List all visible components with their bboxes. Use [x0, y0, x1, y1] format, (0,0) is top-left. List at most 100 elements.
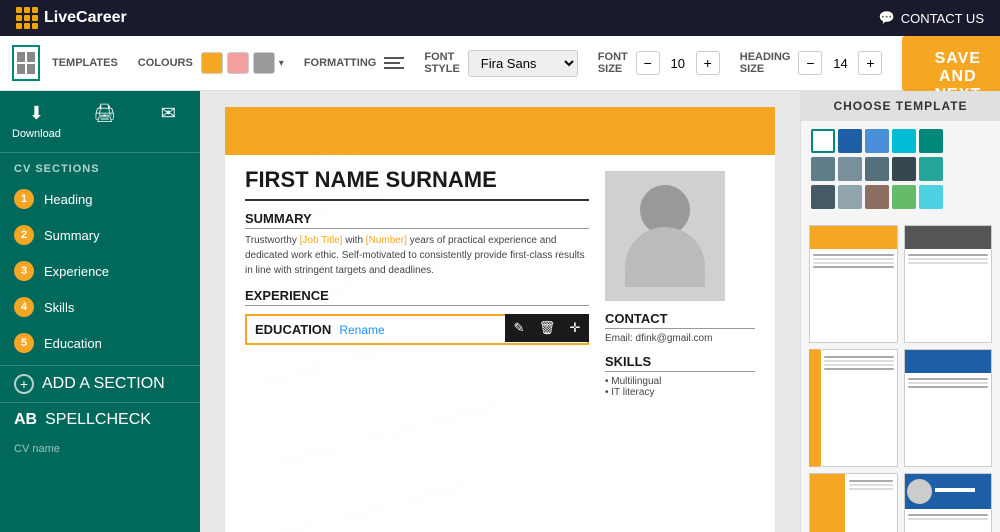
education-move-button[interactable]: ✛ — [561, 314, 589, 342]
font-size-group: FONT SIZE − 10 + — [598, 51, 720, 75]
palette-blue-3[interactable] — [892, 129, 916, 153]
color-swatch-orange[interactable] — [201, 52, 223, 74]
templates-label: TEMPLATES — [52, 57, 118, 69]
spellcheck-icon: AB — [14, 411, 37, 429]
template-thumb-6[interactable] — [904, 473, 993, 532]
email-button[interactable]: ✉ — [136, 91, 200, 152]
template-thumb-1[interactable] — [809, 225, 898, 343]
font-select[interactable]: Fira Sans — [468, 50, 578, 77]
resume-name: FIRST NAME SURNAME — [245, 167, 589, 201]
palette-white[interactable] — [811, 129, 835, 153]
skills-list: • Multilingual • IT literacy — [605, 376, 755, 398]
sidebar-actions: ⬇ Download 🖨 ✉ — [0, 91, 200, 153]
contact-us-button[interactable]: 💬 CONTACT US — [879, 10, 985, 26]
palette-row-3 — [811, 185, 990, 209]
education-number: 5 — [14, 333, 34, 353]
chevron-down-icon[interactable]: ▾ — [279, 58, 284, 69]
template-tab-1[interactable] — [12, 45, 40, 81]
palette-gray-1[interactable] — [811, 157, 835, 181]
template-grid — [801, 217, 1000, 532]
color-swatch-pink[interactable] — [227, 52, 249, 74]
template-thumb-3[interactable] — [809, 349, 898, 467]
heading-number: 1 — [14, 189, 34, 209]
education-rename-link[interactable]: Rename — [339, 323, 384, 337]
sidebar-item-skills[interactable]: 4 Skills — [0, 289, 200, 325]
heading-label: Heading — [44, 192, 92, 207]
summary-number: 2 — [14, 225, 34, 245]
sidebar-item-summary[interactable]: 2 Summary — [0, 217, 200, 253]
sidebar-item-education[interactable]: 5 Education — [0, 325, 200, 361]
font-size-value: 10 — [666, 56, 690, 71]
colours-label: COLOURS — [138, 57, 193, 69]
save-and-next-button[interactable]: SAVE AND NEXT — [902, 36, 1000, 91]
resume-left-column: FIRST NAME SURNAME SUMMARY Trustworthy [… — [245, 167, 589, 398]
palette-gray-3[interactable] — [865, 157, 889, 181]
contact-us-label: CONTACT US — [901, 11, 984, 26]
palette-slate[interactable] — [838, 185, 862, 209]
palette-teal[interactable] — [919, 129, 943, 153]
skill-2: • IT literacy — [605, 387, 755, 398]
main-layout: ⬇ Download 🖨 ✉ CV SECTIONS 1 Heading 2 S… — [0, 91, 1000, 532]
sidebar-item-experience[interactable]: 3 Experience — [0, 253, 200, 289]
color-swatch-gray[interactable] — [253, 52, 275, 74]
skills-number: 4 — [14, 297, 34, 317]
experience-section-title: EXPERIENCE — [245, 288, 589, 306]
education-edit-button[interactable]: ✎ — [505, 314, 533, 342]
download-icon: ⬇ — [29, 103, 44, 124]
template-thumb-5[interactable] — [809, 473, 898, 532]
palette-blue-2[interactable] — [865, 129, 889, 153]
sidebar-item-heading[interactable]: 1 Heading — [0, 181, 200, 217]
cv-sections-title: CV SECTIONS — [0, 153, 200, 181]
font-size-decrease[interactable]: − — [636, 51, 660, 75]
spellcheck-label: SPELLCHECK — [45, 411, 151, 429]
spellcheck-button[interactable]: AB SPELLCHECK — [0, 402, 200, 437]
summary-label: Summary — [44, 228, 100, 243]
logo[interactable]: LiveCareer — [16, 7, 127, 29]
education-section-highlight[interactable]: EDUCATION Rename ✎ 🗑 ✛ — [245, 314, 589, 345]
formatting-group: FORMATTING — [304, 57, 405, 69]
download-label: Download — [12, 128, 61, 140]
color-palette-grid — [801, 121, 1000, 217]
colour-picker[interactable]: ▾ — [201, 52, 284, 74]
template-thumb-2[interactable] — [904, 225, 993, 343]
photo-placeholder — [605, 171, 725, 301]
palette-green[interactable] — [892, 185, 916, 209]
logo-text: LiveCareer — [44, 9, 127, 27]
add-section-button[interactable]: + ADD A SECTION — [0, 365, 200, 402]
palette-teal-2[interactable] — [919, 157, 943, 181]
palette-blue-1[interactable] — [838, 129, 862, 153]
add-section-label: ADD A SECTION — [42, 375, 165, 393]
palette-brown[interactable] — [865, 185, 889, 209]
toolbar: TEMPLATES COLOURS ▾ FORMATTING FONT STYL… — [0, 36, 1000, 91]
print-button[interactable]: 🖨 — [73, 91, 137, 152]
heading-size-decrease[interactable]: − — [798, 51, 822, 75]
formatting-icon[interactable] — [384, 57, 404, 69]
palette-cyan[interactable] — [919, 185, 943, 209]
choose-template-title: CHOOSE TEMPLATE — [801, 91, 1000, 121]
resume-preview: ::LiveCareer ::LiveCareer ::LiveCareer :… — [200, 91, 800, 532]
logo-icon — [16, 7, 38, 29]
palette-dark-1[interactable] — [892, 157, 916, 181]
cv-name-label: CV name — [14, 443, 60, 455]
skill-1: • Multilingual — [605, 376, 755, 387]
download-button[interactable]: ⬇ Download — [0, 91, 73, 152]
template-thumb-4[interactable] — [904, 349, 993, 467]
heading-size-label: HEADING SIZE — [740, 51, 791, 75]
skills-label: Skills — [44, 300, 74, 315]
summary-section-title: SUMMARY — [245, 211, 589, 229]
print-icon: 🖨 — [93, 103, 116, 124]
palette-dark-2[interactable] — [811, 185, 835, 209]
photo-body — [625, 227, 705, 287]
template-tabs — [12, 45, 40, 81]
watermark-6: ::LiveCareer ::LiveCareer ::LiveCareer — [247, 478, 466, 532]
education-label: Education — [44, 336, 102, 351]
palette-gray-2[interactable] — [838, 157, 862, 181]
resume-body: FIRST NAME SURNAME SUMMARY Trustworthy [… — [225, 155, 775, 410]
heading-size-increase[interactable]: + — [858, 51, 882, 75]
formatting-label: FORMATTING — [304, 57, 377, 69]
font-size-increase[interactable]: + — [696, 51, 720, 75]
education-delete-button[interactable]: 🗑 — [533, 314, 561, 342]
resume-orange-bar — [225, 107, 775, 155]
sidebar: ⬇ Download 🖨 ✉ CV SECTIONS 1 Heading 2 S… — [0, 91, 200, 532]
font-size-control: − 10 + — [636, 51, 720, 75]
